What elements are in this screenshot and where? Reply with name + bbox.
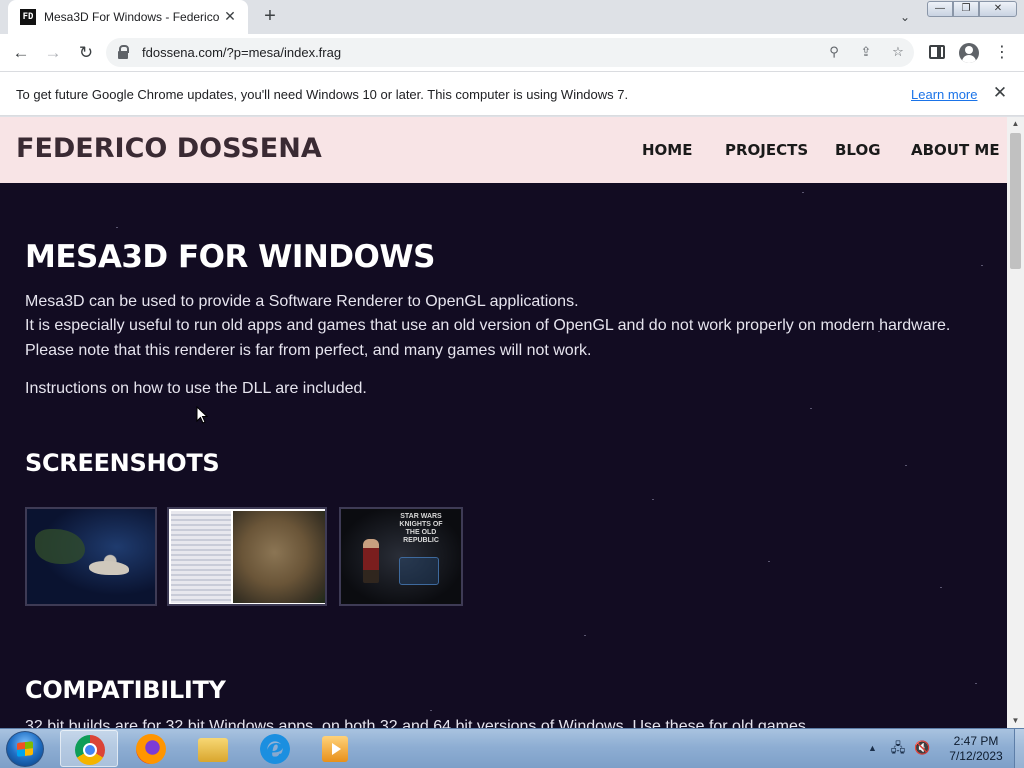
star-decoration <box>810 408 812 409</box>
star-decoration <box>940 587 942 588</box>
window-minimize-button[interactable]: — <box>927 1 953 17</box>
intro-line-3: Please note that this renderer is far fr… <box>25 342 592 359</box>
taskbar-firefox[interactable] <box>122 730 180 767</box>
character-figure <box>363 539 379 583</box>
scrollbar-thumb[interactable] <box>1010 133 1021 269</box>
infobar-message: To get future Google Chrome updates, you… <box>16 87 629 102</box>
compatibility-heading: COMPATIBILITY <box>25 676 226 704</box>
url-text[interactable]: fdossena.com/?p=mesa/index.frag <box>142 45 341 60</box>
page-viewport: FEDERICO DOSSENA HOME PROJECTS BLOG ABOU… <box>0 117 1024 728</box>
tab-close-icon[interactable]: ✕ <box>222 8 238 24</box>
system-clock[interactable]: 2:47 PM 7/12/2023 <box>940 734 1012 764</box>
instructions-text: Instructions on how to use the DLL are i… <box>25 380 367 397</box>
tab-strip: FD Mesa3D For Windows - Federico Dossena… <box>0 0 1024 34</box>
learn-more-link[interactable]: Learn more <box>911 87 977 102</box>
nav-home[interactable]: HOME <box>642 141 692 159</box>
star-decoration <box>584 635 586 636</box>
browser-tab[interactable]: FD Mesa3D For Windows - Federico Dossena… <box>8 0 248 34</box>
taskbar-internet-explorer[interactable] <box>246 730 304 767</box>
lock-icon[interactable] <box>118 45 129 59</box>
nav-about-me[interactable]: ABOUT ME <box>911 141 1000 159</box>
star-decoration <box>802 192 804 193</box>
start-button[interactable] <box>6 731 44 767</box>
screenshot-thumb-texture-viewer[interactable] <box>167 507 327 606</box>
star-decoration <box>905 465 907 466</box>
forward-button[interactable]: → <box>41 41 65 65</box>
page-scrollbar[interactable]: ▲ ▼ <box>1007 117 1024 728</box>
star-decoration <box>981 265 983 266</box>
intro-line-2: It is especially useful to run old apps … <box>25 317 951 334</box>
compatibility-text: 32 bit builds are for 32 bit Windows app… <box>25 718 811 728</box>
page-title: MESA3D FOR WINDOWS <box>25 239 435 275</box>
folder-icon <box>198 738 228 762</box>
profile-avatar[interactable] <box>959 43 979 63</box>
clock-time: 2:47 PM <box>953 734 999 748</box>
screenshot-thumb-kotor-menu[interactable]: STAR WARS KNIGHTS OF THE OLD REPUBLIC <box>339 507 463 606</box>
taskbar-file-explorer[interactable] <box>184 730 242 767</box>
window-restore-button[interactable]: ❐ <box>953 1 979 17</box>
site-favicon-icon: FD <box>20 9 36 25</box>
new-tab-button[interactable]: + <box>258 5 282 29</box>
star-decoration <box>116 227 118 228</box>
tab-search-chevron-icon[interactable]: ⌄ <box>896 8 914 26</box>
internet-explorer-icon <box>260 732 290 765</box>
update-infobar: To get future Google Chrome updates, you… <box>0 71 1024 116</box>
windows-logo-icon <box>17 741 33 757</box>
chrome-menu-icon[interactable]: ⋮ <box>992 43 1012 63</box>
scroll-up-arrow-icon[interactable]: ▲ <box>1007 117 1024 131</box>
clock-date: 7/12/2023 <box>949 749 1003 763</box>
reload-button[interactable]: ↻ <box>74 41 98 65</box>
volume-muted-icon[interactable]: 🔇 <box>914 740 930 756</box>
star-decoration <box>652 499 654 500</box>
main-content: MESA3D FOR WINDOWS Mesa3D can be used to… <box>0 183 1007 728</box>
windows-taskbar: ▲ 🖧 🔇 2:47 PM 7/12/2023 <box>0 728 1024 768</box>
intro-line-1: Mesa3D can be used to provide a Software… <box>25 293 579 310</box>
share-icon[interactable]: ⇪ <box>856 42 876 62</box>
taskbar-chrome[interactable] <box>60 730 118 767</box>
side-panel-icon[interactable] <box>929 45 945 59</box>
site-name[interactable]: FEDERICO DOSSENA <box>16 133 322 164</box>
browser-toolbar: ← → ↻ fdossena.com/?p=mesa/index.frag ⚲ … <box>0 34 1024 71</box>
media-player-icon <box>322 736 348 762</box>
scroll-down-arrow-icon[interactable]: ▼ <box>1007 714 1024 728</box>
show-desktop-button[interactable] <box>1014 729 1024 768</box>
nav-blog[interactable]: BLOG <box>835 141 881 159</box>
texture-preview <box>233 511 325 603</box>
tab-title: Mesa3D For Windows - Federico Dossena <box>44 10 222 24</box>
screenshots-heading: SCREENSHOTS <box>25 449 220 477</box>
window-close-button[interactable]: ✕ <box>979 1 1017 17</box>
game-logo: STAR WARS KNIGHTS OF THE OLD REPUBLIC <box>399 513 443 544</box>
search-icon[interactable]: ⚲ <box>824 42 844 62</box>
network-icon[interactable]: 🖧 <box>890 740 906 756</box>
back-button[interactable]: ← <box>9 41 33 65</box>
show-hidden-icons-icon[interactable]: ▲ <box>868 743 877 753</box>
star-decoration <box>975 683 977 684</box>
site-header: FEDERICO DOSSENA HOME PROJECTS BLOG ABOU… <box>0 117 1007 183</box>
game-menu <box>399 557 439 585</box>
infobar-close-icon[interactable]: ✕ <box>990 83 1010 103</box>
address-bar[interactable]: fdossena.com/?p=mesa/index.frag ⚲ ⇪ ☆ <box>106 38 914 67</box>
app-panel <box>171 511 231 603</box>
bookmark-star-icon[interactable]: ☆ <box>888 42 908 62</box>
star-decoration <box>430 710 432 711</box>
firefox-icon <box>136 734 166 764</box>
taskbar-media-player[interactable] <box>308 730 366 767</box>
screenshot-thumb-space-scene[interactable] <box>25 507 157 606</box>
star-decoration <box>768 561 770 562</box>
chrome-icon <box>75 735 105 765</box>
nav-projects[interactable]: PROJECTS <box>725 141 808 159</box>
